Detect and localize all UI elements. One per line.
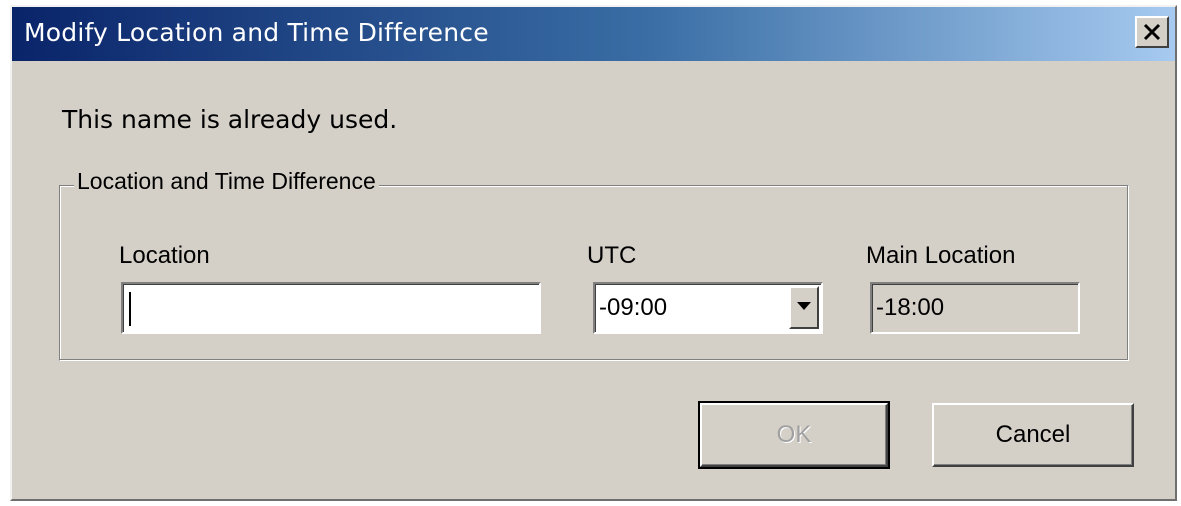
error-message: This name is already used. <box>62 105 398 134</box>
location-time-group: Location and Time Difference Location UT… <box>59 168 1129 361</box>
ok-button[interactable]: OK <box>698 401 890 469</box>
main-location-label: Main Location <box>866 242 1016 269</box>
cancel-button[interactable]: Cancel <box>932 403 1134 467</box>
location-label: Location <box>119 242 210 269</box>
utc-select[interactable]: -09:00 <box>593 282 823 334</box>
location-input[interactable] <box>121 282 541 334</box>
group-legend: Location and Time Difference <box>74 168 379 195</box>
text-caret <box>129 292 131 326</box>
title-bar[interactable]: Modify Location and Time Difference <box>12 7 1175 61</box>
utc-selected-value: -09:00 <box>599 294 668 321</box>
main-location-value: -18:00 <box>876 294 945 321</box>
main-location-field: -18:00 <box>870 282 1080 334</box>
utc-dropdown-button[interactable] <box>789 286 819 329</box>
chevron-down-icon <box>797 302 811 310</box>
dialog-title: Modify Location and Time Difference <box>24 18 489 47</box>
utc-label: UTC <box>587 242 637 269</box>
dialog-window: Modify Location and Time Difference This… <box>10 5 1177 501</box>
close-icon <box>1143 23 1161 41</box>
close-button[interactable] <box>1135 16 1169 48</box>
